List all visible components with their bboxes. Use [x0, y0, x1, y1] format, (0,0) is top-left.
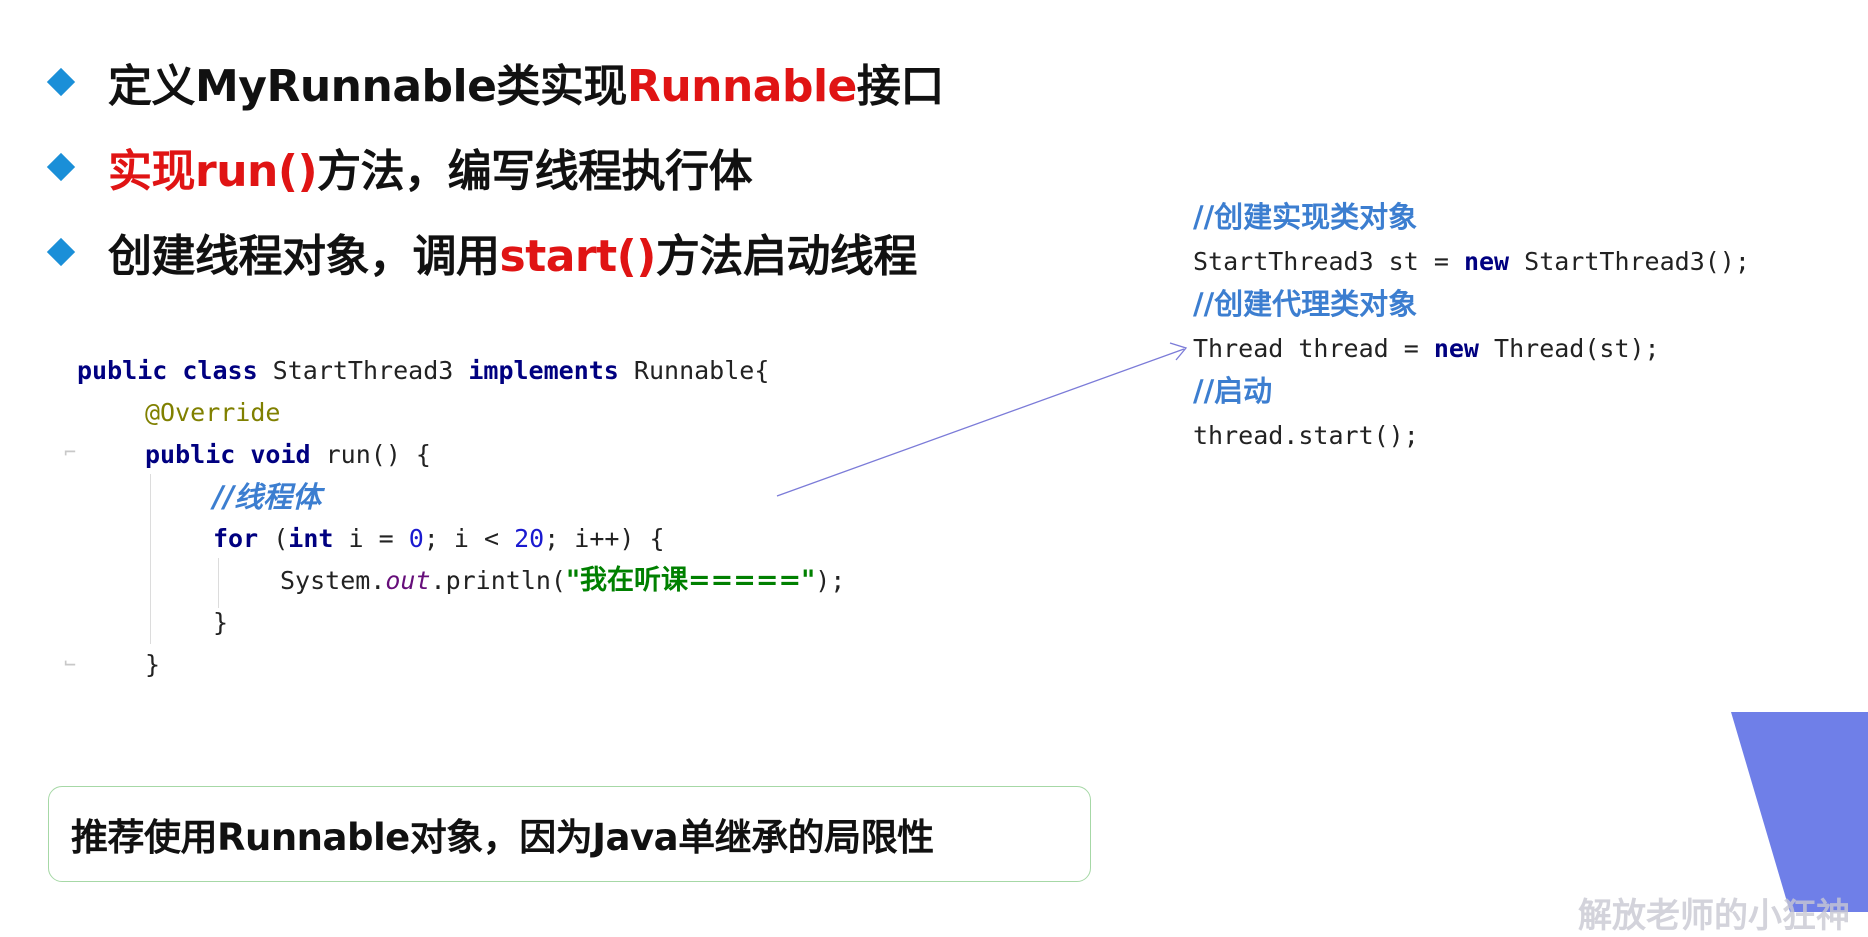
fold-gutter-icon: ⌐	[64, 440, 77, 464]
code-text: run() {	[310, 440, 431, 469]
code-line-5: for (int i = 0; i < 20; i++) {	[213, 518, 665, 560]
code-text: System.	[280, 566, 386, 595]
right-code-line-1: StartThread3 st = new StartThread3();	[1193, 241, 1750, 284]
bullet-1-highlight: Runnable	[626, 61, 857, 112]
code-comment: //线程体	[213, 480, 322, 514]
watermark-text: 解放老师的小狂神	[1578, 896, 1850, 936]
bullet-1-part-3: 接口	[856, 61, 945, 112]
bullet-1-part-1: 定义MyRunnable类实现	[108, 61, 627, 112]
code-text: StartThread3 st =	[1193, 246, 1464, 276]
code-text: );	[815, 566, 846, 595]
code-line-4: //线程体	[213, 476, 321, 520]
bullet-item-2: 实现run()方法，编写线程执行体	[46, 135, 753, 199]
code-text: .println(	[430, 566, 566, 595]
code-line-7: }	[213, 602, 228, 644]
right-code-comment-2: //创建代理类对象	[1193, 283, 1750, 328]
diamond-bullet-icon	[46, 67, 76, 97]
code-text: StartThread3	[257, 356, 469, 385]
code-text: StartThread3();	[1509, 246, 1750, 276]
code-keyword: int	[288, 524, 334, 553]
bullet-2-part-2: 方法，编写线程执行体	[317, 146, 753, 197]
code-keyword: public void	[145, 440, 311, 469]
code-line-1: public class StartThread3 implements Run…	[77, 350, 769, 392]
code-text: Thread thread =	[1193, 333, 1434, 363]
bullet-text-3: 创建线程对象，调用start()方法启动线程	[108, 220, 917, 284]
code-text: thread.start();	[1193, 420, 1419, 450]
right-code-comment-1: //创建实现类对象	[1193, 196, 1750, 241]
code-comment: //创建代理类对象	[1193, 287, 1418, 321]
right-code-comment-3: //启动	[1193, 370, 1750, 415]
bullet-3-highlight: start()	[499, 231, 657, 282]
recommendation-note-text: 推荐使用Runnable对象，因为Java单继承的局限性	[71, 816, 934, 859]
code-line-2: @Override	[145, 392, 280, 434]
code-text: }	[145, 650, 161, 679]
corner-decoration-shape	[1731, 712, 1868, 912]
code-number: 0	[408, 524, 424, 553]
right-code-line-2: Thread thread = new Thread(st);	[1193, 328, 1750, 371]
code-keyword: implements	[468, 356, 619, 385]
code-text: ; i++) {	[544, 524, 665, 553]
code-line-3: public void run() {	[145, 434, 431, 476]
code-field: out	[385, 566, 431, 595]
code-annotation: @Override	[145, 398, 281, 427]
bullet-2-highlight: 实现run()	[108, 146, 318, 197]
recommendation-note-box: 推荐使用Runnable对象，因为Java单继承的局限性	[48, 786, 1091, 882]
code-text: Thread(st);	[1478, 333, 1660, 363]
right-code-line-3: thread.start();	[1193, 415, 1750, 458]
code-string: "我在听课====="	[565, 565, 816, 596]
right-code-block: //创建实现类对象 StartThread3 st = new StartThre…	[1193, 196, 1750, 457]
indent-guide	[218, 558, 219, 608]
bullet-item-3: 创建线程对象，调用start()方法启动线程	[46, 220, 917, 284]
code-text: i =	[333, 524, 409, 553]
bullet-3-part-3: 方法启动线程	[655, 231, 918, 282]
code-line-8: }	[145, 644, 160, 686]
indent-guide	[150, 474, 151, 644]
diamond-bullet-icon	[46, 152, 76, 182]
code-keyword: public class	[77, 356, 258, 385]
code-keyword: for	[213, 524, 259, 553]
code-text: ; i <	[423, 524, 515, 553]
code-text: (	[258, 524, 289, 553]
code-text: Runnable{	[618, 356, 770, 385]
fold-gutter-icon: ⌙	[64, 650, 77, 674]
code-comment: //启动	[1193, 374, 1273, 408]
code-number: 20	[514, 524, 545, 553]
bullet-text-2: 实现run()方法，编写线程执行体	[108, 135, 753, 199]
bullet-3-part-1: 创建线程对象，调用	[108, 231, 500, 282]
bullet-text-1: 定义MyRunnable类实现Runnable接口	[108, 50, 944, 114]
code-keyword: new	[1433, 333, 1479, 363]
diamond-bullet-icon	[46, 237, 76, 267]
code-comment: //创建实现类对象	[1193, 200, 1418, 234]
code-line-6: System.out.println("我在听课=====");	[280, 560, 845, 602]
pointer-arrow	[776, 348, 1185, 497]
code-keyword: new	[1463, 246, 1510, 276]
code-text: }	[213, 608, 229, 637]
bullet-item-1: 定义MyRunnable类实现Runnable接口	[46, 50, 944, 114]
